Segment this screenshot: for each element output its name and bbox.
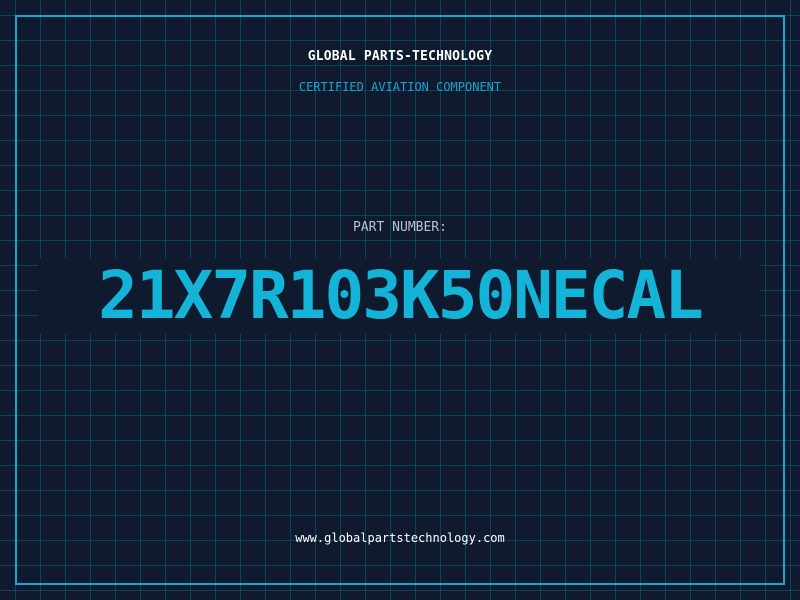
- company-name: GLOBAL PARTS-TECHNOLOGY: [307, 49, 493, 64]
- part-number-value: 21X7R103K50NECAL: [98, 257, 704, 334]
- website-url: www.globalpartstechnology.com: [295, 531, 505, 545]
- part-number-label: PART NUMBER:: [353, 220, 447, 235]
- label-canvas: GLOBAL PARTS-TECHNOLOGY CERTIFIED AVIATI…: [0, 0, 800, 600]
- certification-tagline: CERTIFIED AVIATION COMPONENT: [298, 80, 502, 94]
